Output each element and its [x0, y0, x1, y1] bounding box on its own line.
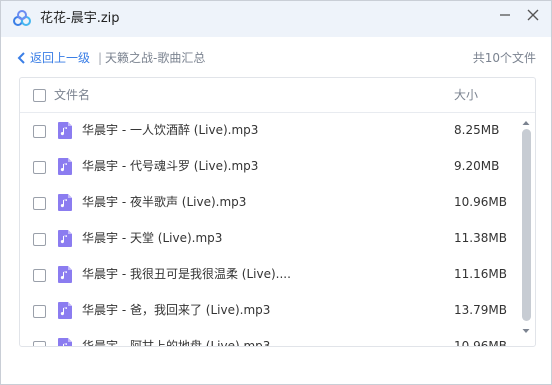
close-button[interactable]: [523, 5, 543, 25]
row-checkbox[interactable]: [33, 269, 46, 282]
music-file-icon: [58, 266, 72, 283]
back-label: 返回上一级: [30, 51, 91, 65]
row-checkbox[interactable]: [33, 233, 46, 246]
music-file-icon: [58, 230, 72, 247]
window-title: 花花-晨宇.zip: [40, 11, 120, 26]
file-name: 华晨宇 - 我很丑可是我很温柔 (Live)....: [82, 267, 291, 281]
file-size: 13.79MB: [454, 303, 507, 317]
table-row[interactable]: 华晨宇 - 代号魂斗罗 (Live).mp3 9.20MB: [20, 149, 520, 185]
file-size: 11.16MB: [454, 267, 507, 281]
row-checkbox[interactable]: [33, 305, 46, 318]
scroll-down-arrow-icon[interactable]: [520, 326, 532, 336]
file-size: 9.20MB: [454, 159, 500, 173]
table-row[interactable]: 华晨宇 - 爸，我回来了 (Live).mp3 13.79MB: [20, 293, 520, 329]
breadcrumb-separator: |: [98, 51, 103, 65]
file-name: 华晨宇 - 夜半歌声 (Live).mp3: [82, 195, 247, 209]
scrollbar-thumb[interactable]: [522, 129, 531, 321]
row-checkbox[interactable]: [33, 197, 46, 210]
row-checkbox[interactable]: [33, 341, 46, 346]
back-button[interactable]: 返回上一级: [17, 50, 90, 66]
table-header: 文件名 大小: [20, 78, 535, 113]
minimize-button[interactable]: [495, 5, 515, 25]
breadcrumb: 天籁之战-歌曲汇总: [105, 51, 206, 65]
row-checkbox[interactable]: [33, 125, 46, 138]
file-list-panel: 文件名 大小 华晨宇 - 一人饮酒醉 (Live).mp3 8.25MB 华晨宇…: [19, 77, 536, 347]
music-file-icon: [58, 338, 72, 346]
file-size: 10.96MB: [454, 339, 507, 346]
cloud-logo-icon: [13, 10, 31, 26]
table-row[interactable]: 华晨宇 - 天堂 (Live).mp3 11.38MB: [20, 221, 520, 257]
file-size: 10.96MB: [454, 195, 507, 209]
table-row[interactable]: 华晨宇 - 一人饮酒醉 (Live).mp3 8.25MB: [20, 113, 520, 149]
navigation-bar: 返回上一级 | 天籁之战-歌曲汇总 共10个文件: [1, 37, 551, 77]
file-name: 华晨宇 - 爸，我回来了 (Live).mp3: [82, 303, 271, 317]
file-count: 共10个文件: [472, 51, 536, 65]
file-size: 11.38MB: [454, 231, 507, 245]
file-rows: 华晨宇 - 一人饮酒醉 (Live).mp3 8.25MB 华晨宇 - 代号魂斗…: [20, 113, 520, 346]
file-name: 华晨宇 - 一人饮酒醉 (Live).mp3: [82, 123, 259, 137]
archive-preview-window: 花花-晨宇.zip 返回上一级 | 天籁之战-歌曲汇总 共10个文件 文件名 大…: [0, 0, 552, 385]
music-file-icon: [58, 194, 72, 211]
title-bar: 花花-晨宇.zip: [1, 1, 551, 37]
chevron-left-icon: [17, 52, 25, 64]
file-name: 华晨宇 - 天堂 (Live).mp3: [82, 231, 223, 245]
column-header-size[interactable]: 大小: [454, 87, 478, 103]
file-size: 8.25MB: [454, 123, 500, 137]
file-name: 华晨宇 - 代号魂斗罗 (Live).mp3: [82, 159, 259, 173]
table-row[interactable]: 华晨宇 - 阿甘上的地盘 (Live).mp3 10.96MB: [20, 329, 520, 346]
row-checkbox[interactable]: [33, 161, 46, 174]
music-file-icon: [58, 302, 72, 319]
table-row[interactable]: 华晨宇 - 我很丑可是我很温柔 (Live).... 11.16MB: [20, 257, 520, 293]
scroll-up-arrow-icon[interactable]: [520, 118, 532, 128]
select-all-checkbox[interactable]: [33, 89, 46, 102]
music-file-icon: [58, 158, 72, 175]
table-row[interactable]: 华晨宇 - 夜半歌声 (Live).mp3 10.96MB: [20, 185, 520, 221]
column-header-name[interactable]: 文件名: [54, 87, 90, 103]
file-name: 华晨宇 - 阿甘上的地盘 (Live).mp3: [82, 339, 271, 346]
music-file-icon: [58, 122, 72, 139]
